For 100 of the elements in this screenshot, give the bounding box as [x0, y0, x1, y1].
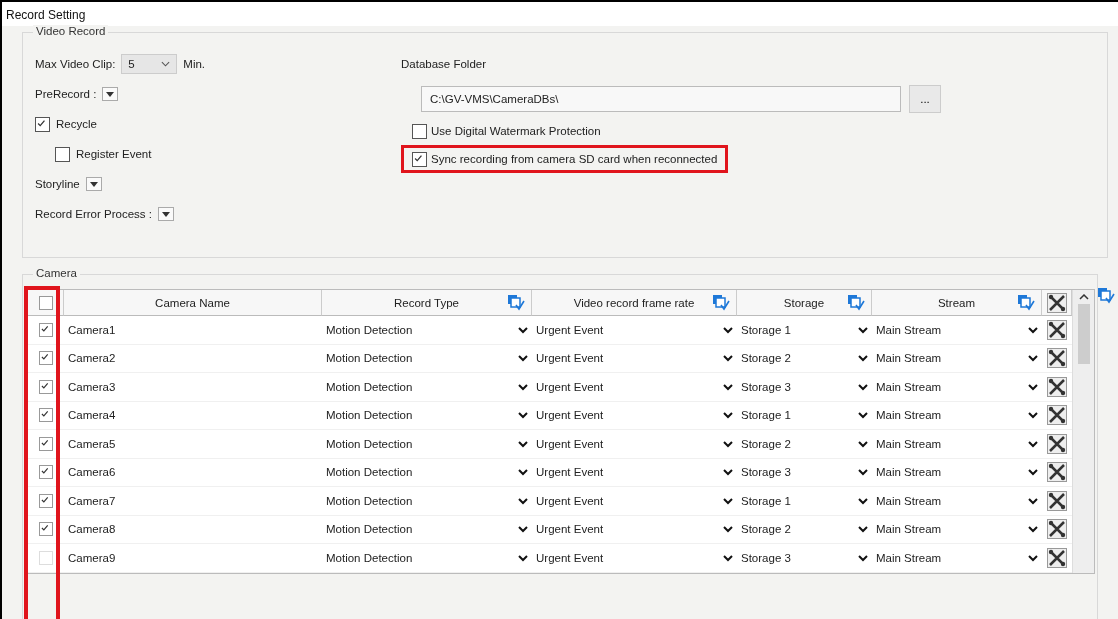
record-type-dropdown[interactable]: Motion Detection [326, 494, 413, 507]
chevron-down-icon[interactable] [723, 354, 733, 363]
chevron-down-icon[interactable] [858, 468, 868, 477]
tools-icon[interactable] [1047, 319, 1067, 340]
row-checkbox[interactable] [39, 379, 53, 394]
record-type-dropdown[interactable]: Motion Detection [326, 323, 413, 336]
column-header[interactable]: Stream [872, 290, 1042, 316]
tools-icon[interactable] [1047, 433, 1067, 454]
chevron-down-icon[interactable] [1028, 525, 1038, 534]
chevron-down-icon[interactable] [518, 382, 528, 391]
chevron-down-icon[interactable] [1028, 382, 1038, 391]
folder-path-field[interactable]: C:\GV-VMS\CameraDBs\ [421, 86, 901, 112]
column-header[interactable]: Camera Name [64, 290, 322, 316]
storage-dropdown[interactable]: Storage 2 [741, 437, 791, 450]
browse-button[interactable]: ... [909, 85, 941, 113]
frame-rate-dropdown[interactable]: Urgent Event [536, 380, 604, 393]
chevron-down-icon[interactable] [858, 525, 868, 534]
stream-dropdown[interactable]: Main Stream [876, 494, 942, 507]
stream-dropdown[interactable]: Main Stream [876, 551, 942, 564]
row-checkbox[interactable] [39, 465, 53, 480]
row-checkbox[interactable] [39, 322, 53, 337]
chevron-down-icon[interactable] [1028, 553, 1038, 562]
storage-dropdown[interactable]: Storage 2 [741, 352, 791, 365]
row-checkbox[interactable] [39, 493, 53, 508]
chevron-down-icon[interactable] [858, 382, 868, 391]
chevron-down-icon[interactable] [1028, 411, 1038, 420]
chevron-down-icon[interactable] [723, 468, 733, 477]
chevron-down-icon[interactable] [1028, 325, 1038, 334]
chevron-down-icon[interactable] [518, 325, 528, 334]
tools-icon[interactable] [1047, 490, 1067, 511]
record-type-dropdown[interactable]: Motion Detection [326, 352, 413, 365]
row-checkbox[interactable] [39, 436, 53, 451]
stream-dropdown[interactable]: Main Stream [876, 466, 942, 479]
record-type-dropdown[interactable]: Motion Detection [326, 523, 413, 536]
checkbox[interactable] [412, 123, 427, 139]
storage-dropdown[interactable]: Storage 2 [741, 523, 791, 536]
checkbox[interactable] [35, 116, 50, 132]
chevron-down-icon[interactable] [858, 354, 868, 363]
dropdown-button[interactable] [157, 207, 174, 221]
chevron-down-icon[interactable] [1028, 354, 1038, 363]
record-type-dropdown[interactable]: Motion Detection [326, 551, 413, 564]
stream-dropdown[interactable]: Main Stream [876, 323, 942, 336]
stream-dropdown[interactable]: Main Stream [876, 437, 942, 450]
frame-rate-dropdown[interactable]: Urgent Event [536, 437, 604, 450]
tools-icon[interactable] [1047, 547, 1067, 568]
chevron-down-icon[interactable] [858, 325, 868, 334]
frame-rate-dropdown[interactable]: Urgent Event [536, 409, 604, 422]
checkbox-label[interactable]: Sync recording from camera SD card when reconnected [431, 153, 718, 165]
chevron-down-icon[interactable] [1028, 468, 1038, 477]
checkbox-label[interactable]: Use Digital Watermark Protection [431, 125, 601, 137]
chevron-down-icon[interactable] [723, 496, 733, 505]
frame-rate-dropdown[interactable]: Urgent Event [536, 494, 604, 507]
stream-dropdown[interactable]: Main Stream [876, 352, 942, 365]
row-checkbox[interactable] [39, 408, 53, 423]
record-type-dropdown[interactable]: Motion Detection [326, 466, 413, 479]
dropdown-button[interactable] [85, 177, 102, 191]
apply-all-icon[interactable] [712, 294, 730, 312]
frame-rate-dropdown[interactable]: Urgent Event [536, 551, 604, 564]
scrollbar-thumb[interactable] [1077, 304, 1090, 364]
checkbox-label[interactable]: Recycle [56, 118, 97, 130]
frame-rate-dropdown[interactable]: Urgent Event [536, 466, 604, 479]
chevron-down-icon[interactable] [723, 382, 733, 391]
dropdown-button[interactable] [102, 87, 119, 101]
frame-rate-dropdown[interactable]: Urgent Event [536, 323, 604, 336]
tools-icon[interactable] [1047, 376, 1067, 397]
frame-rate-dropdown[interactable]: Urgent Event [536, 352, 604, 365]
storage-dropdown[interactable]: Storage 3 [741, 380, 791, 393]
row-checkbox[interactable] [39, 522, 53, 537]
checkbox[interactable] [412, 151, 427, 167]
apply-all-icon[interactable] [1097, 287, 1115, 305]
stream-dropdown[interactable]: Main Stream [876, 409, 942, 422]
column-header[interactable]: Record Type [322, 290, 532, 316]
record-type-dropdown[interactable]: Motion Detection [326, 380, 413, 393]
chevron-down-icon[interactable] [518, 411, 528, 420]
apply-all-icon[interactable] [507, 294, 525, 312]
column-header[interactable]: Storage [737, 290, 872, 316]
record-type-dropdown[interactable]: Motion Detection [326, 409, 413, 422]
tools-icon[interactable] [1047, 405, 1067, 426]
scrollbar[interactable] [1072, 290, 1094, 573]
chevron-down-icon[interactable] [1028, 439, 1038, 448]
storage-dropdown[interactable]: Storage 1 [741, 494, 791, 507]
chevron-down-icon[interactable] [723, 411, 733, 420]
chevron-down-icon[interactable] [858, 496, 868, 505]
storage-dropdown[interactable]: Storage 3 [741, 551, 791, 564]
chevron-down-icon[interactable] [858, 553, 868, 562]
chevron-down-icon[interactable] [518, 553, 528, 562]
tools-icon[interactable] [1047, 348, 1067, 369]
chevron-down-icon[interactable] [518, 525, 528, 534]
checkbox[interactable] [55, 146, 70, 162]
chevron-down-icon[interactable] [518, 439, 528, 448]
chevron-down-icon[interactable] [858, 439, 868, 448]
apply-all-icon[interactable] [847, 294, 865, 312]
record-type-dropdown[interactable]: Motion Detection [326, 437, 413, 450]
chevron-down-icon[interactable] [723, 439, 733, 448]
chevron-down-icon[interactable] [1028, 496, 1038, 505]
tools-icon[interactable] [1047, 462, 1067, 483]
clip-length-dropdown[interactable]: 5 [121, 54, 178, 74]
chevron-down-icon[interactable] [518, 354, 528, 363]
chevron-down-icon[interactable] [723, 553, 733, 562]
select-all-checkbox[interactable] [38, 295, 53, 310]
